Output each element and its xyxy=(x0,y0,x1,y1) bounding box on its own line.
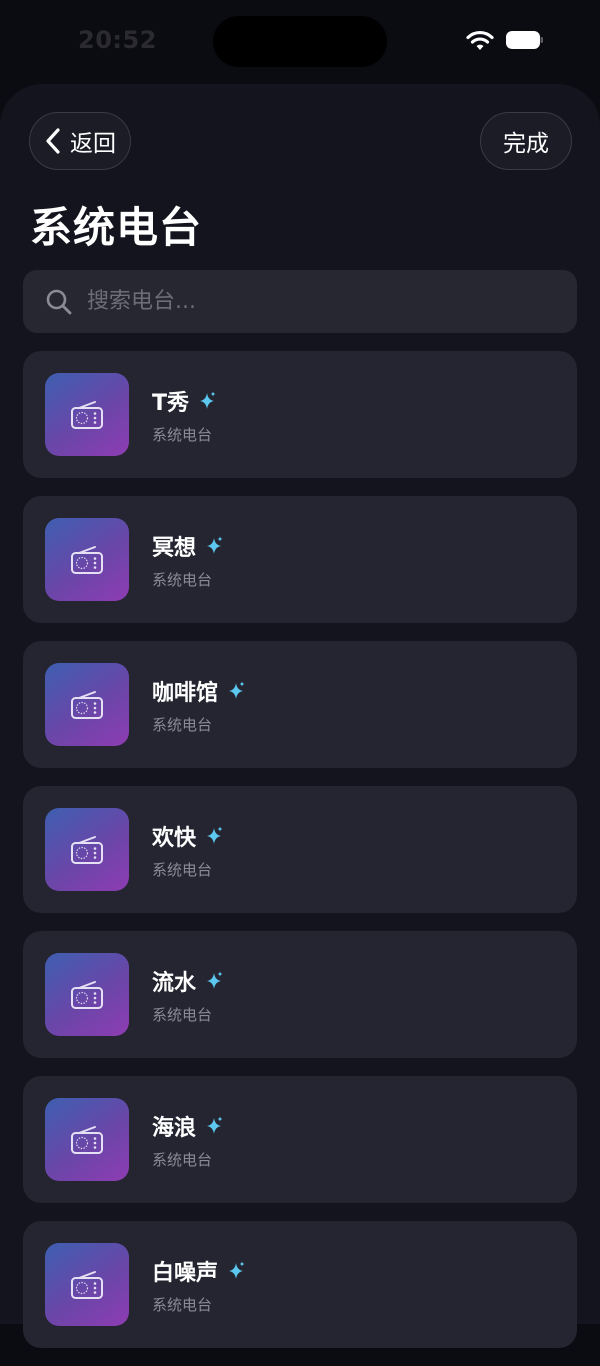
chevron-left-icon xyxy=(46,128,60,154)
station-name: 咖啡馆 xyxy=(152,681,219,706)
radio-icon xyxy=(71,835,103,864)
sparkle-icon xyxy=(207,1116,223,1134)
station-name: 欢快 xyxy=(152,826,197,851)
search-bar xyxy=(23,270,577,333)
station-card-white-noise[interactable]: 白噪声 系统电台 xyxy=(23,1221,577,1348)
station-artwork xyxy=(45,953,129,1036)
station-subtitle: 系统电台 xyxy=(152,861,213,879)
station-subtitle: 系统电台 xyxy=(152,1296,213,1314)
sparkle-icon xyxy=(229,681,245,699)
radio-icon xyxy=(71,690,103,719)
page-title: 系统电台 xyxy=(30,203,203,252)
status-bar: 20:52 xyxy=(0,0,600,84)
dynamic-island xyxy=(213,16,387,67)
station-name: 白噪声 xyxy=(152,1261,219,1286)
station-card-flowing-water[interactable]: 流水 系统电台 xyxy=(23,931,577,1058)
station-list: T秀 系统电台 冥想 系统电台 咖啡馆 系统电台 欢快 系统电台 流水 系统电台… xyxy=(23,351,577,1366)
station-artwork xyxy=(45,373,129,456)
sparkle-icon xyxy=(207,971,223,989)
radio-icon xyxy=(71,1270,103,1299)
station-name: 冥想 xyxy=(152,536,197,561)
station-artwork xyxy=(45,808,129,891)
station-subtitle: 系统电台 xyxy=(152,1006,213,1024)
sparkle-icon xyxy=(207,536,223,554)
station-card-ocean-waves[interactable]: 海浪 系统电台 xyxy=(23,1076,577,1203)
radio-icon xyxy=(71,400,103,429)
sparkle-icon xyxy=(200,391,216,409)
station-subtitle: 系统电台 xyxy=(152,1151,213,1169)
station-subtitle: 系统电台 xyxy=(152,571,213,589)
station-artwork xyxy=(45,1243,129,1326)
back-button[interactable]: 返回 xyxy=(29,112,131,170)
radio-icon xyxy=(71,545,103,574)
search-icon xyxy=(46,289,72,314)
status-time: 20:52 xyxy=(78,26,157,54)
station-artwork xyxy=(45,518,129,601)
station-card-t-show[interactable]: T秀 系统电台 xyxy=(23,351,577,478)
station-artwork xyxy=(45,663,129,746)
station-subtitle: 系统电台 xyxy=(152,426,213,444)
back-button-label: 返回 xyxy=(70,131,116,157)
done-button[interactable]: 完成 xyxy=(480,112,572,170)
battery-icon xyxy=(506,31,543,49)
wifi-icon xyxy=(466,30,494,50)
station-card-meditation[interactable]: 冥想 系统电台 xyxy=(23,496,577,623)
sparkle-icon xyxy=(229,1261,245,1279)
station-name: 流水 xyxy=(152,971,197,996)
search-input[interactable] xyxy=(85,280,577,323)
radio-icon xyxy=(71,1125,103,1154)
station-card-cheerful[interactable]: 欢快 系统电台 xyxy=(23,786,577,913)
station-artwork xyxy=(45,1098,129,1181)
station-card-cafe[interactable]: 咖啡馆 系统电台 xyxy=(23,641,577,768)
station-subtitle: 系统电台 xyxy=(152,716,213,734)
station-name: T秀 xyxy=(152,391,190,416)
sparkle-icon xyxy=(207,826,223,844)
station-name: 海浪 xyxy=(152,1116,197,1141)
radio-icon xyxy=(71,980,103,1009)
